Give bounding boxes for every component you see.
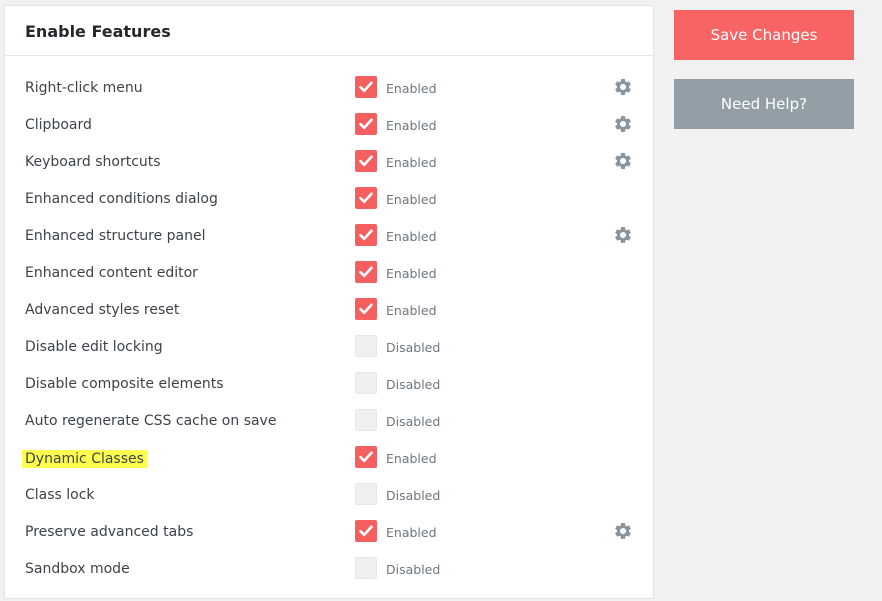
feature-row: Auto regenerate CSS cache on save Disable…: [5, 403, 653, 440]
feature-status: Disabled: [386, 340, 441, 355]
feature-status: Enabled: [386, 81, 437, 96]
feature-row: Disable composite elements Disabled: [5, 366, 653, 403]
feature-checkbox[interactable]: [355, 224, 377, 246]
feature-status: Disabled: [386, 562, 441, 577]
feature-row: Dynamic Classes Enabled: [5, 440, 653, 477]
feature-label: Clipboard: [25, 117, 92, 133]
feature-label: Class lock: [25, 487, 95, 503]
feature-list: Right-click menu Enabled Clipboard Enabled K…: [5, 70, 653, 588]
feature-status: Enabled: [386, 192, 437, 207]
feature-checkbox[interactable]: [355, 520, 377, 542]
feature-row: Preserve advanced tabs Enabled: [5, 514, 653, 551]
checkmark-icon: [359, 192, 373, 204]
feature-row: Clipboard Enabled: [5, 107, 653, 144]
checkmark-icon: [359, 229, 373, 241]
enable-features-panel: Enable Features Right-click menu Enabled C…: [4, 5, 654, 599]
panel-title: Enable Features: [25, 22, 171, 41]
feature-status: Enabled: [386, 451, 437, 466]
checkmark-icon: [359, 451, 373, 463]
feature-checkbox[interactable]: [355, 150, 377, 172]
feature-label: Enhanced conditions dialog: [25, 191, 218, 207]
feature-label: Preserve advanced tabs: [25, 524, 194, 540]
feature-label: Right-click menu: [25, 80, 143, 96]
feature-status: Enabled: [386, 229, 437, 244]
feature-status: Enabled: [386, 155, 437, 170]
checkmark-icon: [359, 303, 373, 315]
feature-row: Advanced styles reset Enabled: [5, 292, 653, 329]
need-help-button[interactable]: Need Help?: [674, 79, 854, 129]
feature-label: Disable composite elements: [25, 376, 224, 392]
panel-header: Enable Features: [5, 6, 653, 56]
feature-checkbox[interactable]: [355, 557, 377, 579]
gear-icon[interactable]: [613, 151, 633, 171]
checkmark-icon: [359, 525, 373, 537]
feature-row: Disable edit locking Disabled: [5, 329, 653, 366]
feature-status: Disabled: [386, 414, 441, 429]
gear-icon[interactable]: [613, 521, 633, 541]
feature-row: Right-click menu Enabled: [5, 70, 653, 107]
feature-label: Keyboard shortcuts: [25, 154, 161, 170]
feature-checkbox[interactable]: [355, 298, 377, 320]
feature-label: Advanced styles reset: [25, 302, 180, 318]
checkmark-icon: [359, 118, 373, 130]
feature-status: Disabled: [386, 488, 441, 503]
gear-icon[interactable]: [613, 77, 633, 97]
feature-checkbox[interactable]: [355, 446, 377, 468]
feature-checkbox[interactable]: [355, 335, 377, 357]
feature-checkbox[interactable]: [355, 76, 377, 98]
feature-row: Class lock Disabled: [5, 477, 653, 514]
feature-status: Enabled: [386, 266, 437, 281]
feature-label: Enhanced structure panel: [25, 228, 206, 244]
feature-checkbox[interactable]: [355, 113, 377, 135]
gear-icon[interactable]: [613, 114, 633, 134]
feature-label: Disable edit locking: [25, 339, 163, 355]
feature-checkbox[interactable]: [355, 261, 377, 283]
save-changes-button[interactable]: Save Changes: [674, 10, 854, 60]
feature-row: Sandbox mode Disabled: [5, 551, 653, 588]
feature-label: Auto regenerate CSS cache on save: [25, 413, 277, 429]
feature-label: Enhanced content editor: [25, 265, 198, 281]
checkmark-icon: [359, 266, 373, 278]
feature-checkbox[interactable]: [355, 372, 377, 394]
feature-row: Enhanced conditions dialog Enabled: [5, 181, 653, 218]
feature-status: Enabled: [386, 525, 437, 540]
feature-checkbox[interactable]: [355, 409, 377, 431]
feature-row: Enhanced structure panel Enabled: [5, 218, 653, 255]
feature-status: Enabled: [386, 118, 437, 133]
feature-label: Dynamic Classes: [22, 450, 147, 468]
feature-status: Enabled: [386, 303, 437, 318]
feature-checkbox[interactable]: [355, 187, 377, 209]
checkmark-icon: [359, 81, 373, 93]
feature-row: Keyboard shortcuts Enabled: [5, 144, 653, 181]
feature-label: Sandbox mode: [25, 561, 130, 577]
gear-icon[interactable]: [613, 225, 633, 245]
feature-checkbox[interactable]: [355, 483, 377, 505]
checkmark-icon: [359, 155, 373, 167]
feature-row: Enhanced content editor Enabled: [5, 255, 653, 292]
feature-status: Disabled: [386, 377, 441, 392]
